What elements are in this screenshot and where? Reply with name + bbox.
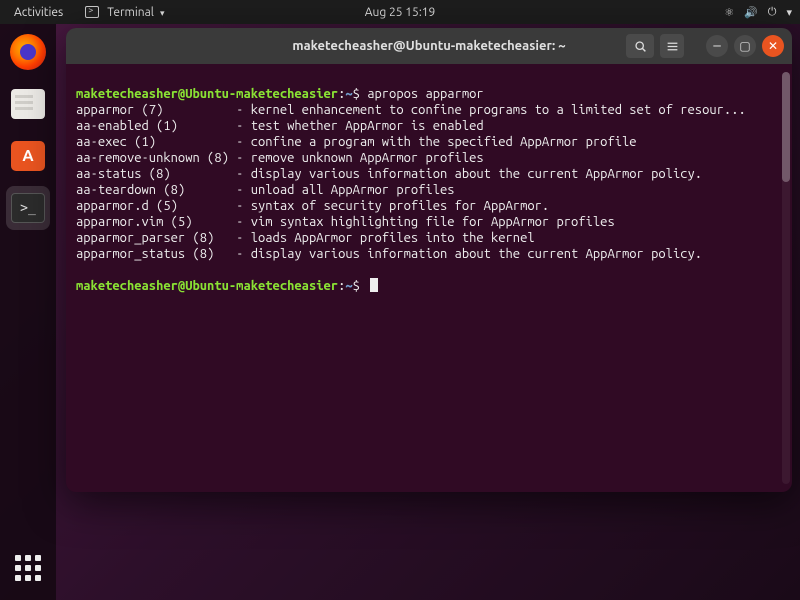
caret-down-icon — [158, 6, 165, 19]
terminal-icon: >_ — [11, 193, 45, 223]
prompt-symbol: $ — [353, 87, 360, 101]
maximize-button[interactable]: ▢ — [734, 35, 756, 57]
prompt-path: ~ — [345, 279, 352, 293]
terminal-body[interactable]: maketecheasher@Ubuntu-maketecheasier:~$ … — [66, 64, 792, 492]
software-icon — [11, 141, 45, 171]
launcher-dock: >_ — [0, 24, 56, 600]
terminal-icon — [85, 6, 99, 18]
caret-down-icon: ▾ — [786, 6, 792, 19]
dock-item-files[interactable] — [6, 82, 50, 126]
volume-icon: 🔊 — [744, 6, 758, 19]
window-title: maketecheasher@Ubuntu-maketecheasier: ~ — [292, 39, 565, 53]
text-cursor — [370, 278, 378, 292]
prompt-user-host: maketecheasher@Ubuntu-maketecheasier — [76, 279, 338, 293]
firefox-icon — [10, 34, 46, 70]
hamburger-menu-button[interactable] — [660, 34, 684, 58]
close-icon: ✕ — [768, 39, 778, 53]
maximize-icon: ▢ — [739, 39, 750, 53]
dock-item-firefox[interactable] — [6, 30, 50, 74]
prompt-symbol: $ — [353, 279, 360, 293]
prompt-user-host: maketecheasher@Ubuntu-maketecheasier — [76, 87, 338, 101]
hamburger-icon — [666, 40, 679, 53]
files-icon — [11, 89, 45, 119]
command-text: apropos apparmor — [367, 87, 483, 101]
show-applications-button[interactable] — [6, 546, 50, 590]
system-status-area[interactable]: ⚛ 🔊 ⏻ ▾ — [724, 6, 792, 19]
dock-item-terminal[interactable]: >_ — [6, 186, 50, 230]
app-menu[interactable]: Terminal — [79, 6, 170, 19]
minimize-icon: ─ — [713, 39, 720, 53]
scrollbar-thumb[interactable] — [782, 72, 790, 182]
activities-button[interactable]: Activities — [8, 6, 69, 19]
terminal-output: apparmor (7) - kernel enhancement to con… — [76, 103, 746, 261]
search-icon — [634, 40, 647, 53]
close-button[interactable]: ✕ — [762, 35, 784, 57]
search-button[interactable] — [626, 34, 654, 58]
terminal-titlebar[interactable]: maketecheasher@Ubuntu-maketecheasier: ~ … — [66, 28, 792, 64]
gnome-topbar: Activities Terminal Aug 25 15:19 ⚛ 🔊 ⏻ ▾ — [0, 0, 800, 24]
clock[interactable]: Aug 25 15:19 — [365, 6, 436, 19]
minimize-button[interactable]: ─ — [706, 35, 728, 57]
dock-item-software[interactable] — [6, 134, 50, 178]
power-icon: ⏻ — [768, 6, 777, 19]
network-icon: ⚛ — [724, 6, 734, 19]
app-menu-label: Terminal — [107, 6, 154, 19]
prompt-path: ~ — [345, 87, 352, 101]
terminal-window: maketecheasher@Ubuntu-maketecheasier: ~ … — [66, 28, 792, 492]
